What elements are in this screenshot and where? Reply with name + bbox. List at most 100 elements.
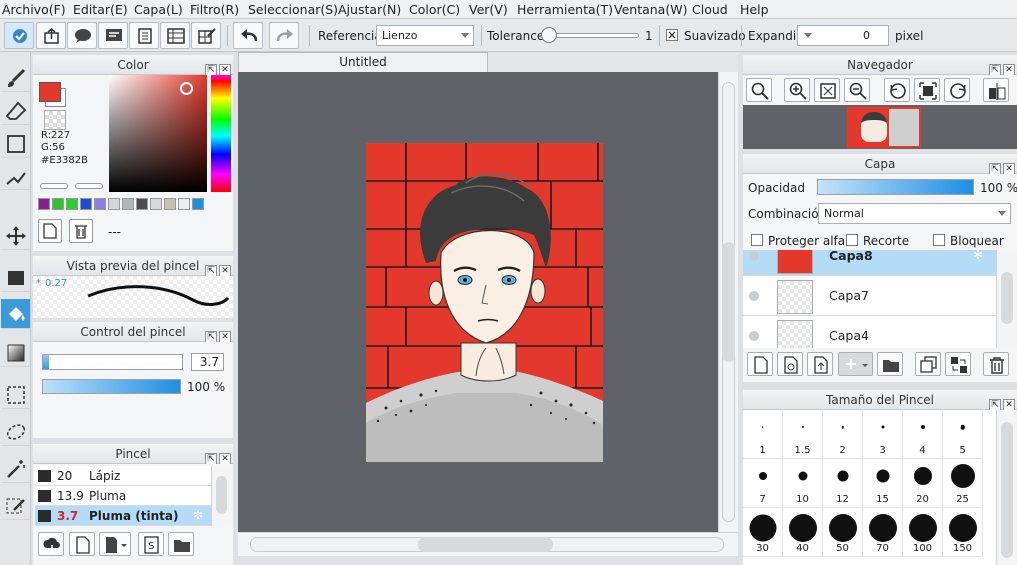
brush-cloud-button[interactable] <box>38 532 64 556</box>
brush-item-pluma[interactable]: 13.9 Pluma <box>35 486 211 506</box>
brush-item-pluma-tinta[interactable]: 3.7 Pluma (tinta) ✻ <box>35 506 211 526</box>
new-folder-button[interactable] <box>877 352 903 376</box>
brush-list-scrollbar[interactable] <box>211 466 231 526</box>
gradient-tool[interactable] <box>1 337 30 367</box>
blend-mode-select[interactable]: Normal <box>818 203 1011 224</box>
move-tool[interactable] <box>1 220 30 250</box>
scroll-thumb[interactable] <box>216 476 227 514</box>
brush-size-cell[interactable]: 1.5 <box>783 410 823 459</box>
brush-size-cell[interactable]: 30 <box>743 508 783 557</box>
brush-size-cell[interactable]: 3 <box>863 410 903 459</box>
brush-script-button[interactable]: S <box>138 532 164 556</box>
lock-checkbox[interactable] <box>933 234 945 246</box>
comment-button[interactable] <box>67 22 97 49</box>
menu-herramienta[interactable]: Herramienta(T) <box>517 2 613 17</box>
note-button[interactable] <box>98 22 128 49</box>
palette-swatch[interactable] <box>122 198 134 210</box>
merge-layer-button[interactable] <box>945 352 971 376</box>
document-button[interactable] <box>129 22 159 49</box>
reference-select[interactable]: Lienzo <box>376 25 474 46</box>
gear-icon[interactable]: ✻ <box>193 508 203 522</box>
brush-folder-button[interactable] <box>168 532 194 556</box>
menu-seleccionar[interactable]: Seleccionar(S) <box>248 2 338 17</box>
brush-size-cell[interactable]: 20 <box>903 459 943 508</box>
brush-opacity-slider[interactable] <box>42 379 181 394</box>
menu-ver[interactable]: Ver(V) <box>469 2 508 17</box>
scroll-thumb[interactable] <box>1001 422 1013 558</box>
flip-button[interactable] <box>983 78 1009 102</box>
menu-ventana[interactable]: Ventana(W) <box>614 2 687 17</box>
saturation-value-picker[interactable] <box>109 75 207 192</box>
menu-help[interactable]: Help <box>740 2 769 17</box>
rotate-left-button[interactable] <box>884 78 910 102</box>
eraser-tool[interactable] <box>1 95 30 125</box>
select-pen-tool[interactable] <box>1 490 30 520</box>
import-layer-button[interactable] <box>807 352 833 376</box>
layer-add-menu-button[interactable] <box>838 352 873 376</box>
zoom-in-button[interactable] <box>784 78 810 102</box>
artwork-canvas[interactable] <box>366 143 603 462</box>
brush-size-cell[interactable]: 2 <box>823 410 863 459</box>
main-color-swatch[interactable] <box>39 82 61 102</box>
menu-color[interactable]: Color(C) <box>409 2 460 17</box>
brush-size-scrollbar[interactable] <box>996 410 1017 565</box>
grid-edit-button[interactable] <box>191 22 221 49</box>
layer-row-capa7[interactable]: Capa7 <box>743 276 996 316</box>
brush-size-cell[interactable]: 25 <box>943 459 983 508</box>
zoom-out-button[interactable] <box>844 78 870 102</box>
brush-size-cell[interactable]: 100 <box>903 508 943 557</box>
color-mode-button-a[interactable] <box>40 183 68 189</box>
fill-rect-tool[interactable] <box>1 262 30 292</box>
menu-cloud[interactable]: Cloud <box>692 2 728 17</box>
gear-icon[interactable]: ✻ <box>973 250 983 262</box>
brush-size-cell[interactable]: 5 <box>943 410 983 459</box>
protect-alpha-checkbox[interactable] <box>751 234 763 246</box>
palette-swatch[interactable] <box>108 198 120 210</box>
layer-opacity-slider[interactable] <box>817 179 974 195</box>
menu-archivo[interactable]: Archivo(F) <box>2 2 66 17</box>
brush-size-cell[interactable]: 15 <box>863 459 903 508</box>
mode-button[interactable] <box>4 22 34 49</box>
picker-cursor[interactable] <box>180 82 193 95</box>
brush-item-lapiz[interactable]: 20 Lápiz <box>35 466 211 486</box>
navigator-preview[interactable] <box>743 105 1017 149</box>
brush-size-cell[interactable]: 150 <box>943 508 983 557</box>
document-tab[interactable]: Untitled <box>238 52 488 72</box>
palette-swatch[interactable] <box>38 198 50 210</box>
lasso-tool[interactable] <box>1 416 30 446</box>
menu-editar[interactable]: Editar(E) <box>73 2 128 17</box>
palette-swatch[interactable] <box>192 198 204 210</box>
color-mode-button-b[interactable] <box>75 183 103 189</box>
brush-options-button[interactable] <box>99 532 131 556</box>
tolerance-slider-handle[interactable] <box>541 27 557 43</box>
new-color-button[interactable] <box>38 219 62 243</box>
transparent-swatch[interactable] <box>44 110 66 130</box>
undo-button[interactable] <box>233 22 263 49</box>
palette-swatch[interactable] <box>136 198 148 210</box>
smoothing-checkbox[interactable] <box>666 29 678 41</box>
rectangle-tool[interactable] <box>1 128 30 158</box>
duplicate-layer-button[interactable] <box>915 352 941 376</box>
new-brush-button[interactable] <box>69 532 95 556</box>
visibility-icon[interactable] <box>749 251 759 261</box>
brush-size-cell[interactable]: 10 <box>783 459 823 508</box>
polyline-tool[interactable] <box>1 160 30 190</box>
zoom-fit-button[interactable] <box>746 78 772 102</box>
select-rect-tool[interactable] <box>1 379 30 409</box>
canvas-area[interactable] <box>238 72 738 556</box>
expand-field[interactable]: 0 <box>797 25 889 46</box>
palette-swatch[interactable] <box>52 198 64 210</box>
rotate-right-button[interactable] <box>944 78 970 102</box>
brush-size-cell[interactable]: 70 <box>863 508 903 557</box>
brush-size-field[interactable]: 3.7 <box>191 353 224 371</box>
reset-view-button[interactable] <box>914 78 940 102</box>
visibility-icon[interactable] <box>749 291 759 301</box>
brush-size-cell[interactable]: 12 <box>823 459 863 508</box>
palette-swatch[interactable] <box>66 198 78 210</box>
brush-size-cell[interactable]: 1 <box>743 410 783 459</box>
scroll-thumb[interactable] <box>1001 272 1013 324</box>
redo-button[interactable] <box>269 22 299 49</box>
palette-swatch[interactable] <box>164 198 176 210</box>
brush-tool[interactable] <box>1 62 30 92</box>
layer-list-scrollbar[interactable] <box>996 250 1017 348</box>
